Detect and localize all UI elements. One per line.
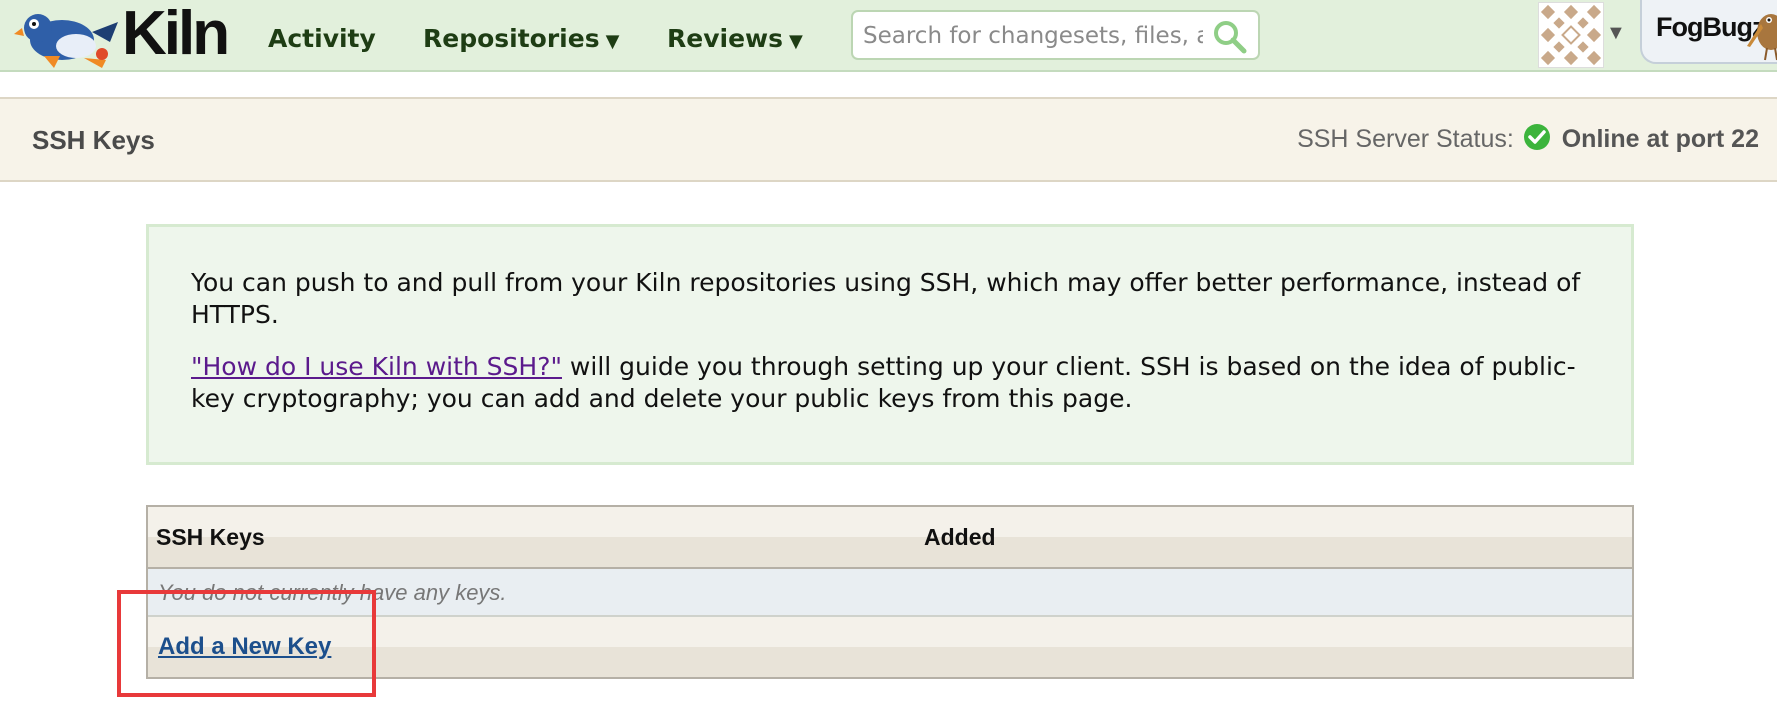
search-box	[851, 10, 1260, 60]
ssh-help-link[interactable]: "How do I use Kiln with SSH?"	[191, 352, 562, 381]
table-footer-row: Add a New Key	[148, 617, 1632, 677]
brand-logo-text[interactable]: Kiln	[122, 0, 230, 69]
page-title: SSH Keys	[32, 125, 155, 155]
check-circle-icon	[1523, 124, 1550, 150]
ssh-info-box: You can push to and pull from your Kiln …	[146, 224, 1634, 465]
ssh-status-label: SSH Server Status:	[1297, 125, 1514, 153]
user-avatar-icon[interactable]	[1538, 2, 1604, 68]
empty-keys-message: You do not currently have any keys.	[158, 580, 507, 605]
top-navbar: Kiln Activity Repositories ▼ Reviews ▼ S…	[0, 0, 1777, 72]
chevron-down-icon[interactable]: ▼	[1606, 22, 1626, 45]
add-new-key-link[interactable]: Add a New Key	[158, 633, 331, 661]
table-row: You do not currently have any keys.	[148, 569, 1632, 617]
fogbugz-kiwi-icon	[1747, 14, 1777, 61]
page-header-bar: SSH Keys SSH Server Status: Online at po…	[0, 97, 1777, 182]
kiln-bird-logo-icon[interactable]	[14, 2, 120, 70]
fogbugz-tab[interactable]: FogBugz	[1640, 0, 1777, 64]
search-input[interactable]	[861, 20, 1205, 52]
info-paragraph-1: You can push to and pull from your Kiln …	[191, 268, 1581, 329]
chevron-down-icon: ▼	[789, 31, 803, 52]
nav-reviews[interactable]: Reviews ▼	[667, 24, 803, 53]
ssh-status-value: Online at port 22	[1561, 125, 1759, 153]
nav-activity[interactable]: Activity	[268, 24, 376, 53]
column-header-ssh-keys: SSH Keys	[156, 524, 265, 550]
nav-reviews-label: Reviews	[667, 24, 784, 53]
nav-repositories-label: Repositories	[423, 24, 600, 53]
search-icon[interactable]	[1212, 19, 1248, 55]
column-header-added: Added	[924, 524, 996, 550]
info-paragraph-2: "How do I use Kiln with SSH?" will guide…	[191, 351, 1593, 415]
chevron-down-icon: ▼	[605, 31, 620, 52]
ssh-server-status: SSH Server Status: Online at port 22	[1297, 123, 1759, 154]
nav-repositories[interactable]: Repositories ▼	[423, 24, 619, 53]
table-header-row: SSH Keys Added	[148, 507, 1632, 569]
nav-activity-label: Activity	[268, 24, 376, 53]
ssh-keys-table: SSH Keys Added You do not currently have…	[146, 505, 1634, 679]
